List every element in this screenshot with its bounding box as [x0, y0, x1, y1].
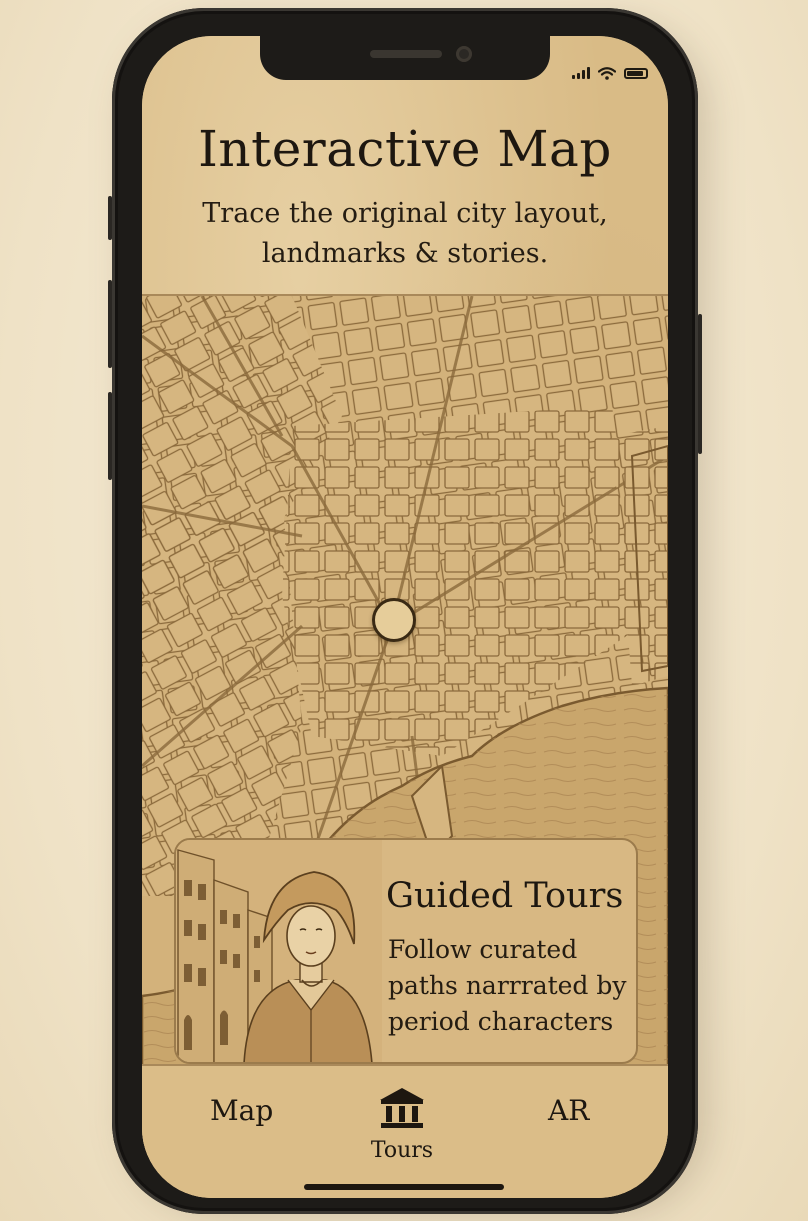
period-character-illustration [176, 840, 382, 1062]
front-camera [456, 46, 472, 62]
card-title: Guided Tours [386, 876, 624, 916]
power-button [698, 314, 702, 454]
card-description-line: paths narrrated by [388, 971, 627, 1000]
card-description: Follow curated paths narrrated by period… [388, 932, 628, 1040]
volume-up-button [108, 280, 112, 368]
volume-down-button [108, 392, 112, 480]
tab-ar[interactable]: AR [548, 1094, 589, 1127]
museum-icon [380, 1088, 424, 1128]
page-subtitle: Trace the original city layout, landmark… [182, 194, 628, 274]
card-description-line: Follow curated [388, 935, 578, 964]
card-description-line: period characters [388, 1007, 614, 1036]
wifi-icon [598, 66, 616, 80]
phone-screen: Interactive Map Trace the original city … [142, 36, 668, 1198]
subtitle-line: Trace the original city layout, [202, 198, 608, 229]
tab-tours[interactable]: Tours [352, 1086, 452, 1163]
cell-signal-icon [572, 67, 590, 79]
status-bar [572, 66, 648, 80]
page-title: Interactive Map [198, 120, 612, 178]
tab-map[interactable]: Map [210, 1094, 273, 1127]
location-pin-icon[interactable] [372, 598, 416, 642]
home-indicator[interactable] [304, 1184, 504, 1190]
mute-switch [108, 196, 112, 240]
tab-tours-label: Tours [370, 1138, 434, 1163]
subtitle-line: landmarks & stories. [261, 238, 549, 269]
earpiece-speaker [370, 50, 442, 58]
tab-bar: Map Tours AR [142, 1064, 668, 1198]
notch [260, 36, 550, 80]
battery-icon [624, 67, 648, 79]
guided-tours-card[interactable]: Guided Tours Follow curated paths narrra… [174, 838, 638, 1064]
